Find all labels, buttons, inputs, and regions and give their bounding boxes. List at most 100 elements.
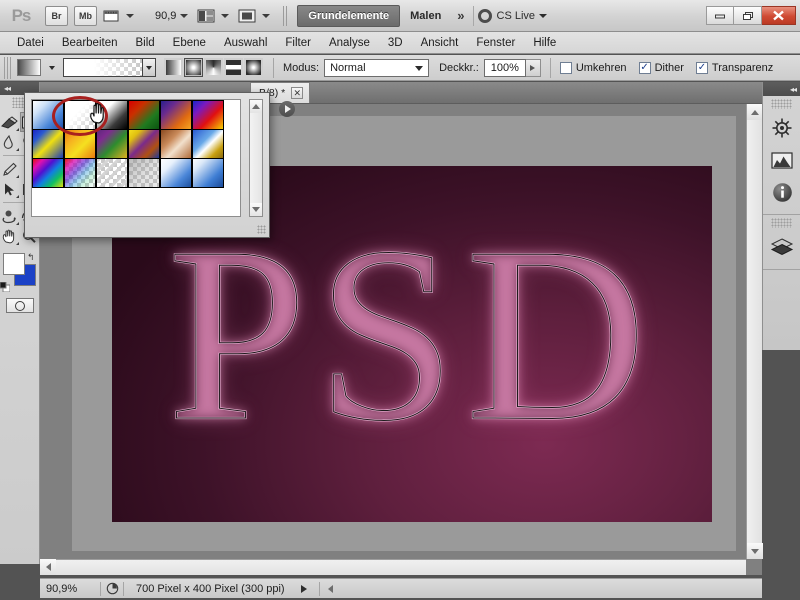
gradient-swatch[interactable] [63, 128, 96, 159]
dither-checkbox-row[interactable]: ✓ Dither [638, 61, 684, 74]
workspace-grundelemente[interactable]: Grundelemente [297, 4, 401, 27]
transparency-checkbox[interactable]: ✓ [695, 61, 708, 74]
close-icon[interactable]: ✕ [291, 87, 304, 99]
more-workspaces-icon[interactable]: » [451, 8, 468, 23]
dither-checkbox[interactable]: ✓ [638, 61, 651, 74]
angle-gradient-button[interactable] [204, 58, 223, 77]
menu-ebene[interactable]: Ebene [164, 33, 215, 53]
scroll-down-button[interactable] [747, 543, 763, 559]
path-selection-tool[interactable] [0, 179, 20, 199]
screen-mode-icon[interactable] [236, 7, 258, 25]
canvas-horizontal-scrollbar[interactable] [40, 559, 746, 575]
transparency-checkbox-row[interactable]: ✓ Transparenz [695, 61, 773, 74]
tool-preset-swatch[interactable] [17, 59, 41, 76]
menu-filter[interactable]: Filter [276, 33, 320, 53]
gradient-swatch[interactable] [95, 157, 128, 188]
gradient-swatch-list[interactable] [31, 99, 241, 217]
info-panel-icon[interactable] [763, 176, 800, 208]
menu-datei[interactable]: Datei [8, 33, 53, 53]
reverse-checkbox[interactable] [559, 61, 572, 74]
gradient-swatch[interactable] [127, 157, 160, 188]
dock-collapse-icon[interactable]: ◂◂ [790, 85, 797, 94]
status-zoom-value[interactable]: 90,9% [40, 583, 100, 595]
gradient-picker-popup[interactable] [24, 92, 295, 238]
gradient-swatch[interactable] [127, 128, 160, 159]
3d-object-rotate-tool[interactable] [0, 206, 20, 226]
gradient-swatch[interactable] [127, 100, 160, 130]
scroll-left-button[interactable] [40, 559, 56, 575]
dock-group-1-gripper[interactable] [771, 99, 792, 109]
bridge-button[interactable]: Br [45, 5, 68, 26]
menu-3d[interactable]: 3D [379, 33, 412, 53]
tool-preset-dropdown[interactable] [49, 65, 55, 70]
scroll-up-button[interactable] [747, 104, 763, 120]
menu-bearbeiten[interactable]: Bearbeiten [53, 33, 127, 53]
opacity-input[interactable]: 100% [483, 58, 526, 77]
close-button[interactable] [762, 6, 796, 25]
gradient-swatch[interactable] [191, 128, 224, 159]
gradient-picker-resize-handle[interactable] [257, 225, 266, 234]
dock-collapse-bar[interactable]: ◂◂ [763, 82, 800, 96]
gradient-swatch[interactable] [159, 128, 192, 159]
dock-group-2-gripper[interactable] [771, 218, 792, 228]
status-scroll-left-icon[interactable] [327, 584, 333, 593]
linear-gradient-button[interactable] [164, 58, 183, 77]
menu-hilfe[interactable]: Hilfe [524, 33, 565, 53]
menu-analyse[interactable]: Analyse [320, 33, 379, 53]
gradient-picker-scrollbar[interactable] [249, 99, 263, 217]
quick-mask-button[interactable] [5, 298, 34, 313]
gradient-swatch[interactable] [32, 157, 64, 188]
status-more-icon[interactable] [300, 584, 307, 593]
default-colors-icon[interactable] [0, 282, 10, 292]
workspace-malen[interactable]: Malen [400, 5, 451, 27]
options-bar-grip[interactable] [4, 56, 11, 79]
menu-ansicht[interactable]: Ansicht [412, 33, 468, 53]
gradient-swatch[interactable] [191, 100, 224, 130]
gradient-preview[interactable] [64, 59, 142, 76]
gradient-swatch[interactable] [191, 157, 224, 188]
reverse-checkbox-row[interactable]: Umkehren [559, 61, 627, 74]
gradient-swatch[interactable] [159, 157, 192, 188]
document-profile-icon[interactable] [101, 582, 123, 595]
menu-fenster[interactable]: Fenster [467, 33, 524, 53]
collapse-icon[interactable]: ◂◂ [4, 84, 11, 93]
gradient-swatch[interactable] [32, 128, 64, 159]
blend-mode-select[interactable]: Normal [324, 58, 430, 77]
swap-colors-icon[interactable]: ↰ [27, 252, 35, 263]
mini-bridge-button[interactable]: Mb [74, 5, 97, 26]
appbar-grip[interactable] [283, 5, 290, 26]
gradient-scroll-down-button[interactable] [250, 203, 262, 216]
menu-bild[interactable]: Bild [126, 33, 163, 53]
blur-tool[interactable] [0, 132, 20, 152]
foreground-color-swatch[interactable] [3, 253, 25, 275]
opacity-slider-button[interactable] [525, 58, 541, 77]
cs-live-button[interactable]: CS Live [477, 8, 548, 23]
reflected-gradient-button[interactable] [224, 58, 243, 77]
gradient-swatch[interactable] [159, 100, 192, 130]
screen-mode-dropdown[interactable] [262, 13, 271, 18]
gradient-dropdown-arrow[interactable] [142, 59, 155, 76]
gradient-swatch[interactable] [95, 128, 128, 159]
gradient-swatch[interactable] [63, 157, 96, 188]
pen-tool[interactable] [0, 159, 20, 179]
menu-auswahl[interactable]: Auswahl [215, 33, 276, 53]
view-extras-icon[interactable] [100, 7, 122, 25]
gradient-swatch[interactable] [32, 100, 64, 130]
layers-panel-icon[interactable] [763, 231, 800, 263]
canvas-vertical-scrollbar[interactable] [746, 104, 763, 559]
arrange-dropdown[interactable] [221, 13, 230, 18]
histogram-panel-icon[interactable] [763, 144, 800, 176]
minimize-button[interactable] [706, 6, 734, 25]
gradient-picker-opener[interactable] [63, 58, 156, 77]
navigator-panel-icon[interactable] [763, 112, 800, 144]
eraser-tool[interactable] [0, 112, 20, 132]
zoom-dropdown[interactable] [180, 13, 189, 18]
view-extras-dropdown[interactable] [126, 13, 134, 18]
arrange-documents-icon[interactable] [195, 7, 217, 25]
hand-tool[interactable] [0, 226, 20, 246]
gradient-scroll-up-button[interactable] [250, 100, 262, 113]
restore-button[interactable] [734, 6, 762, 25]
gradient-picker-menu-button[interactable] [279, 101, 295, 117]
diamond-gradient-button[interactable] [244, 58, 263, 77]
radial-gradient-button[interactable] [184, 58, 203, 77]
